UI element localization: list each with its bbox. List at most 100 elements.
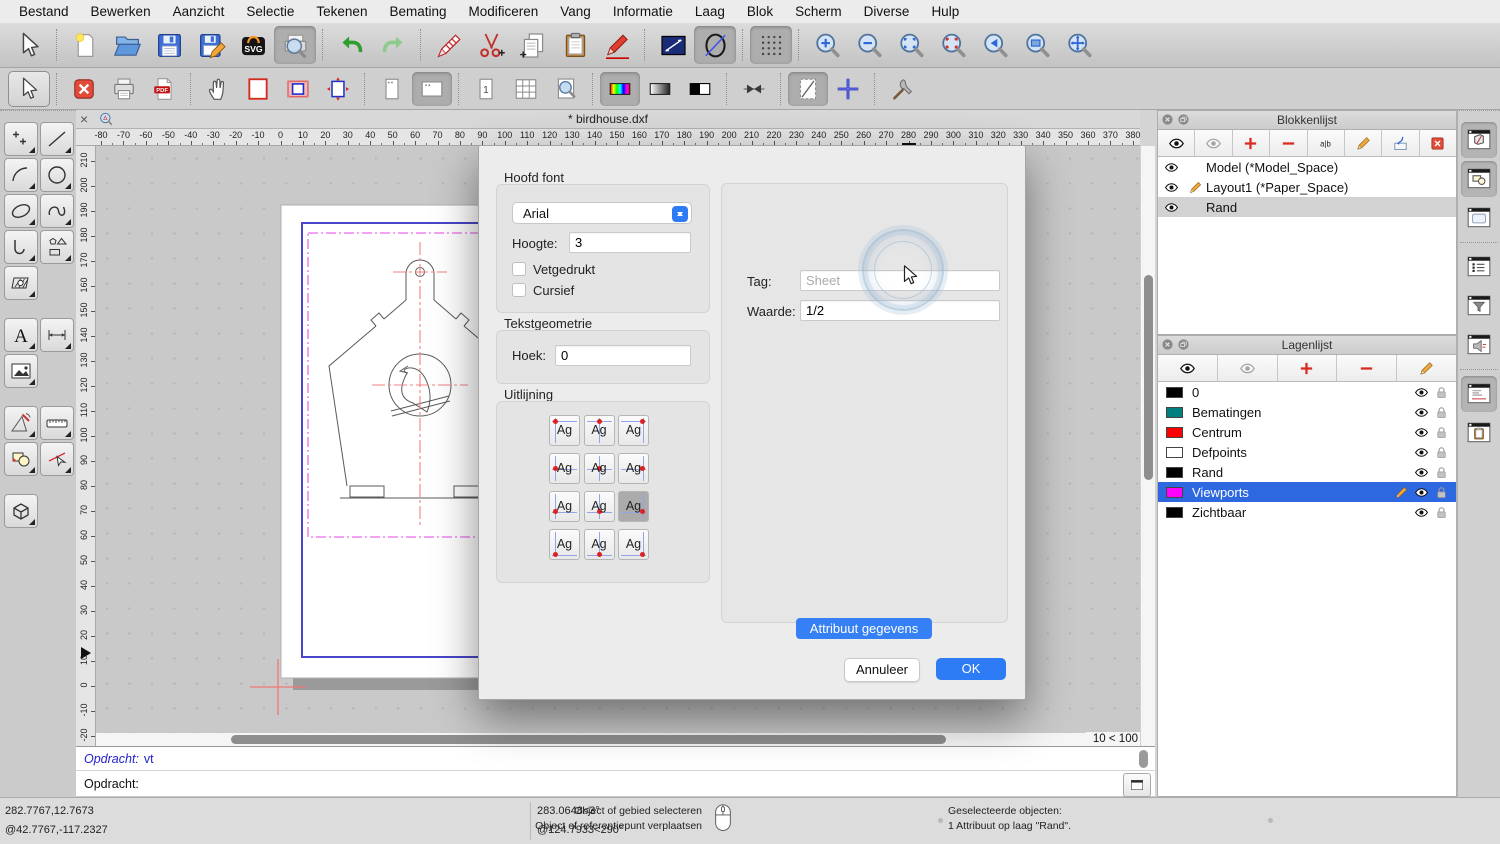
page-landscape-button[interactable]	[412, 72, 452, 106]
eye-icon[interactable]	[1158, 200, 1184, 215]
solid-tool-button[interactable]	[4, 494, 38, 528]
zoom-auto-button[interactable]	[890, 26, 932, 64]
layer-row[interactable]: Viewports	[1158, 482, 1456, 502]
redo-button[interactable]	[372, 26, 414, 64]
command-window-button[interactable]	[1123, 773, 1151, 797]
copy-button[interactable]	[512, 26, 554, 64]
paste-button[interactable]	[554, 26, 596, 64]
panel-blocks-toggle-button[interactable]	[1461, 122, 1497, 158]
blocks-edit-button[interactable]	[1345, 130, 1382, 156]
lock-icon[interactable]	[1429, 425, 1449, 440]
ellipse-tool-button[interactable]	[4, 194, 38, 228]
pdf-export-button[interactable]: PDF	[144, 72, 184, 106]
eye-icon[interactable]	[1409, 405, 1429, 420]
page-portrait-button[interactable]	[372, 72, 412, 106]
font-family-select[interactable]: Arial	[512, 202, 692, 224]
menu-tekenen[interactable]: Tekenen	[305, 0, 378, 23]
line-properties-button[interactable]	[652, 26, 694, 64]
block-row[interactable]: Rand	[1158, 197, 1456, 217]
panel-viewport-toggle-button[interactable]	[1461, 200, 1497, 236]
command-input[interactable]	[145, 773, 1155, 795]
zoom-selection-button[interactable]	[932, 26, 974, 64]
edit-attributes-button[interactable]	[596, 26, 638, 64]
ok-button[interactable]: OK	[936, 658, 1006, 680]
menu-informatie[interactable]: Informatie	[602, 0, 684, 23]
layers-remove-button[interactable]	[1337, 355, 1397, 381]
alignment-cell-r1c2[interactable]: Ag	[618, 453, 649, 484]
color-bw-button[interactable]	[680, 72, 720, 106]
lock-icon[interactable]	[1429, 465, 1449, 480]
layer-row[interactable]: Zichtbaar	[1158, 502, 1456, 522]
zoom-out-button[interactable]	[848, 26, 890, 64]
menu-bemating[interactable]: Bemating	[378, 0, 457, 23]
lock-icon[interactable]	[1429, 385, 1449, 400]
save-file-button[interactable]	[148, 26, 190, 64]
blocks-eye-off-button[interactable]	[1195, 130, 1232, 156]
panel-command-toggle-button[interactable]	[1461, 376, 1497, 412]
svg-export-button[interactable]: SVG	[232, 26, 274, 64]
alignment-cell-r2c2[interactable]: Ag	[618, 491, 649, 522]
layers-add-button[interactable]	[1278, 355, 1338, 381]
horizontal-scroll-thumb[interactable]	[231, 735, 946, 744]
select-tool-button[interactable]	[40, 442, 74, 476]
layer-row[interactable]: Rand	[1158, 462, 1456, 482]
preferences-button[interactable]	[882, 72, 922, 106]
menu-modificeren[interactable]: Modificeren	[458, 0, 550, 23]
modify-tool-button[interactable]	[4, 406, 38, 440]
polyline-tool-button[interactable]	[4, 230, 38, 264]
cancel-button[interactable]: Annuleer	[844, 658, 920, 682]
close-drawing-button[interactable]	[64, 72, 104, 106]
lock-icon[interactable]	[1429, 445, 1449, 460]
dimension-tool-button[interactable]	[40, 318, 74, 352]
page-single-button[interactable]: 1	[466, 72, 506, 106]
panel-list-toggle-button[interactable]	[1461, 249, 1497, 285]
menu-diverse[interactable]: Diverse	[853, 0, 921, 23]
alignment-cell-r3c0[interactable]: Ag	[549, 529, 580, 560]
alignment-cell-r3c2[interactable]: Ag	[618, 529, 649, 560]
points-tool-button[interactable]	[4, 122, 38, 156]
viewport-move-button[interactable]	[318, 72, 358, 106]
angle-input[interactable]	[555, 345, 691, 366]
height-input[interactable]	[569, 232, 691, 253]
menu-bestand[interactable]: Bestand	[8, 0, 80, 23]
hatch-tool-button[interactable]	[4, 266, 38, 300]
menu-vang[interactable]: Vang	[549, 0, 602, 23]
history-scroll-thumb[interactable]	[1139, 750, 1148, 768]
canvas-vertical-scrollbar[interactable]	[1140, 146, 1155, 746]
block-tool-button[interactable]	[4, 442, 38, 476]
alignment-cell-r0c0[interactable]: Ag	[549, 415, 580, 446]
spline-tool-button[interactable]	[40, 194, 74, 228]
alignment-cell-r0c2[interactable]: Ag	[618, 415, 649, 446]
canvas-horizontal-scrollbar[interactable]	[96, 733, 1086, 746]
attribute-data-button[interactable]: Attribuut gegevens	[796, 618, 932, 639]
draft-mode-button[interactable]	[788, 72, 828, 106]
print-preview-button[interactable]	[274, 26, 316, 64]
cut-button[interactable]	[470, 26, 512, 64]
eye-icon[interactable]	[1409, 385, 1429, 400]
layers-eye-off-button[interactable]	[1218, 355, 1278, 381]
eye-icon[interactable]	[1409, 485, 1429, 500]
blocks-eye-button[interactable]	[1158, 130, 1195, 156]
layers-edit-button[interactable]	[1397, 355, 1456, 381]
italic-checkbox[interactable]	[512, 283, 526, 297]
layer-row[interactable]: Bematingen	[1158, 402, 1456, 422]
undo-button[interactable]	[330, 26, 372, 64]
zoom-previous-button[interactable]	[974, 26, 1016, 64]
color-gray-button[interactable]	[640, 72, 680, 106]
alignment-cell-r0c1[interactable]: Ag	[584, 415, 615, 446]
panel-clipboard-toggle-button[interactable]	[1461, 415, 1497, 451]
menu-selectie[interactable]: Selectie	[235, 0, 305, 23]
panel-render-toggle-button[interactable]	[1461, 327, 1497, 363]
viewport-box-button[interactable]	[278, 72, 318, 106]
layer-row[interactable]: 0	[1158, 382, 1456, 402]
block-row[interactable]: Model (*Model_Space)	[1158, 157, 1456, 177]
vertical-scroll-thumb[interactable]	[1144, 275, 1153, 480]
panel-filter-toggle-button[interactable]	[1461, 288, 1497, 324]
shapes-tool-button[interactable]	[40, 230, 74, 264]
menu-hulp[interactable]: Hulp	[920, 0, 970, 23]
zoom-in-button[interactable]	[806, 26, 848, 64]
blocks-remove-button[interactable]	[1270, 130, 1307, 156]
lock-icon[interactable]	[1429, 405, 1449, 420]
eye-icon[interactable]	[1158, 160, 1184, 175]
alignment-cell-r1c0[interactable]: Ag	[549, 453, 580, 484]
